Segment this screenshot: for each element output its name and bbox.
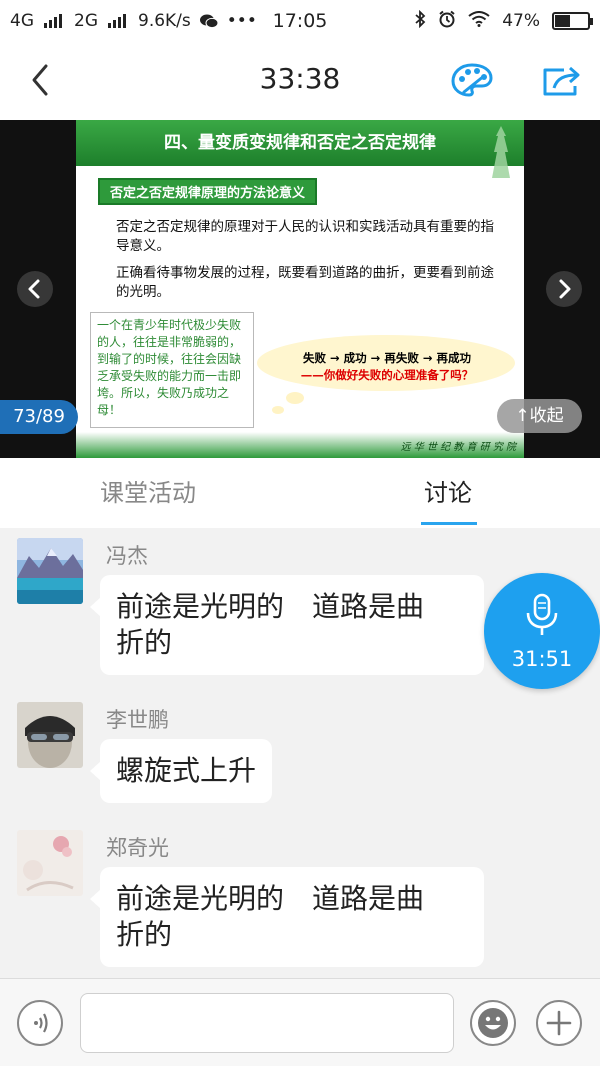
input-bar — [0, 978, 600, 1066]
share-icon — [543, 66, 580, 96]
back-button[interactable] — [22, 60, 62, 100]
slide-paragraph: 否定之否定规律的原理对于人民的认识和实践活动具有重要的指导意义。 — [116, 219, 494, 254]
network-2g-label: 2G — [74, 11, 98, 31]
next-slide-button[interactable] — [546, 271, 582, 307]
signal-icon — [44, 14, 62, 28]
cloud-dot — [272, 406, 284, 414]
floral-avatar-icon — [17, 830, 83, 896]
wechat-icon — [199, 13, 219, 29]
network-speed: 9.6K/s — [138, 11, 191, 31]
message-line: 折的 — [116, 626, 173, 659]
active-tab-indicator — [421, 522, 477, 525]
microphone-icon — [526, 593, 558, 635]
wifi-icon — [468, 10, 490, 32]
sender-name: 李世鹏 — [106, 708, 169, 732]
slide-title: 四、量变质变规律和否定之否定规律 — [76, 120, 524, 166]
sender-name: 冯杰 — [106, 544, 148, 568]
person-avatar-icon — [17, 702, 83, 768]
more-dots: ••• — [226, 11, 257, 31]
avatar[interactable] — [17, 702, 83, 768]
palette-button[interactable] — [450, 60, 494, 100]
network-4g-label: 4G — [10, 11, 34, 31]
slide-footer-text: 远 华 世 纪 教 育 研 究 院 — [400, 442, 516, 453]
page-indicator: 73/89 — [0, 400, 78, 434]
avatar[interactable] — [17, 538, 83, 604]
message-line: 折的 — [116, 918, 173, 951]
recording-time: 31:51 — [511, 647, 573, 671]
alarm-icon — [438, 10, 456, 33]
voice-icon — [34, 1013, 48, 1033]
message-bubble[interactable]: 前途是光明的 道路是曲 折的 — [90, 867, 484, 967]
slide-flow-question: ——你做好失败的心理准备了吗？ — [300, 368, 474, 382]
tab-discussion[interactable]: 讨论 — [424, 478, 472, 508]
bluetooth-icon — [414, 9, 426, 33]
mountain-lake-avatar-icon — [17, 538, 83, 604]
sender-name: 郑奇光 — [106, 836, 169, 860]
chevron-right-icon — [559, 279, 571, 299]
share-button[interactable] — [540, 60, 582, 100]
prev-slide-button[interactable] — [17, 271, 53, 307]
message-line: 前途是光明的 道路是曲 — [116, 590, 425, 623]
slide-quote-box: 一个在青少年时代极少失败的人，往往是非常脆弱的，到输了的时候，往往会因缺乏承受失… — [90, 312, 254, 428]
message-bubble[interactable]: 螺旋式上升 — [89, 739, 273, 803]
collapse-button[interactable]: ↑收起 — [497, 399, 582, 433]
palette-icon — [451, 63, 493, 97]
slide[interactable]: 四、量变质变规律和否定之否定规律 否定之否定规律原理的方法论意义 否定之否定规律… — [76, 120, 524, 458]
chevron-left-icon — [28, 279, 40, 299]
emoji-icon — [478, 1008, 508, 1038]
status-bar: 4G 2G 9.6K/s ••• 17:05 47% — [0, 0, 600, 42]
voice-record-button[interactable]: 31:51 — [484, 573, 600, 689]
tab-class-activity[interactable]: 课堂活动 — [100, 478, 196, 508]
message-line: 螺旋式上升 — [116, 754, 257, 787]
signal-icon — [108, 14, 126, 28]
battery-icon — [552, 12, 593, 30]
more-button[interactable] — [536, 1000, 582, 1046]
message-bubble[interactable]: 前途是光明的 道路是曲 折的 — [90, 575, 484, 675]
slide-viewer: 四、量变质变规律和否定之否定规律 否定之否定规律原理的方法论意义 否定之否定规律… — [0, 120, 600, 458]
slide-flow: 失败 → 成功 → 再失败 → 再成功 — [303, 351, 471, 365]
message-input[interactable] — [80, 993, 454, 1053]
battery-percent: 47% — [502, 11, 540, 31]
emoji-button[interactable] — [470, 1000, 516, 1046]
cloud-dot — [286, 392, 304, 404]
avatar[interactable] — [17, 830, 83, 896]
slide-paragraph: 正确看待事物发展的过程，既要看到道路的曲折，更要看到前途的光明。 — [116, 265, 494, 300]
tab-bar: 课堂活动 讨论 — [0, 458, 600, 528]
plus-icon — [546, 1010, 572, 1036]
chevron-left-icon — [32, 64, 48, 96]
tower-icon — [484, 122, 518, 182]
message-line: 前途是光明的 道路是曲 — [116, 882, 425, 915]
page-title: 33:38 — [259, 62, 341, 95]
voice-input-button[interactable] — [17, 1000, 63, 1046]
slide-subtitle: 否定之否定规律原理的方法论意义 — [98, 178, 318, 205]
header: 33:38 — [0, 42, 600, 120]
